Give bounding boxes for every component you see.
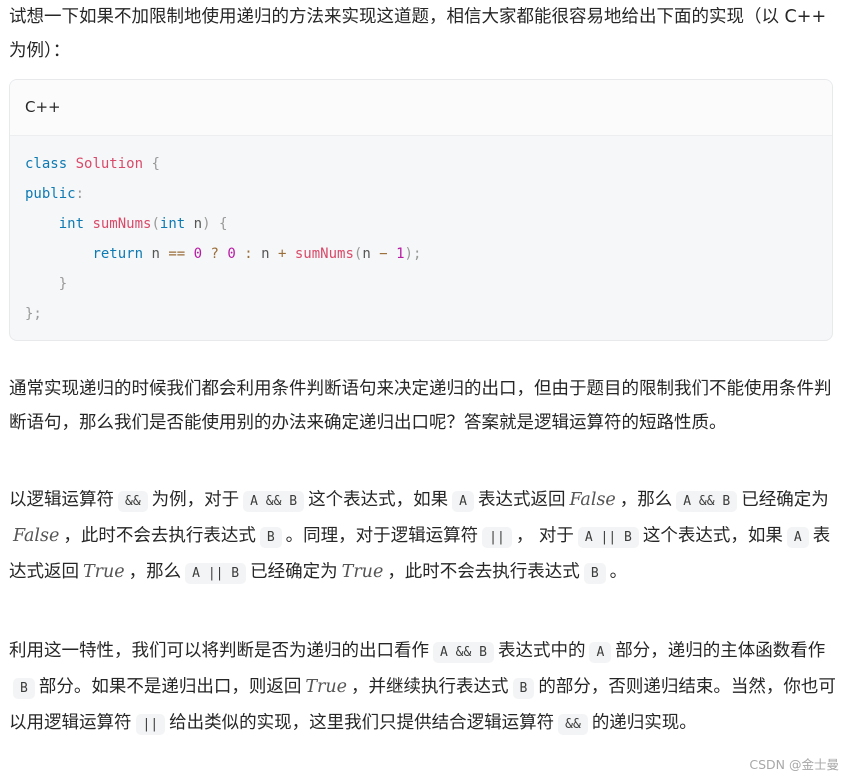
code-line-3: int sumNums(int n) { xyxy=(10,209,832,239)
text-run: 这个表达式，如果 xyxy=(642,526,783,546)
code-token: − xyxy=(379,246,388,262)
text-run: 。 xyxy=(609,562,628,582)
code-token: { xyxy=(218,216,228,232)
code-token: n xyxy=(151,246,160,262)
code-block: C++ class Solution { public: int sumNums… xyxy=(9,79,833,341)
code-token: n xyxy=(193,216,203,232)
math-value: False xyxy=(13,526,60,546)
text-run: 给出类似的实现，这里我们只提供结合逻辑运算符 xyxy=(169,713,555,733)
code-token: + xyxy=(278,246,287,262)
math-value: True xyxy=(305,677,347,697)
code-token: n xyxy=(362,246,371,262)
code-language-tab[interactable]: C++ xyxy=(10,80,832,136)
code-token: : xyxy=(244,246,253,262)
inline-code: || xyxy=(482,527,512,548)
inline-code: B xyxy=(583,563,606,584)
text-run: 以逻辑运算符 xyxy=(9,490,114,510)
code-token: }; xyxy=(25,306,42,322)
text-run: 表达式返回 xyxy=(477,490,566,510)
csdn-watermark: CSDN @金士曼 xyxy=(749,757,839,772)
inline-code: B xyxy=(13,678,35,699)
inline-code: A || B xyxy=(185,563,247,584)
text-run: ，并继续执行表达式 xyxy=(351,677,509,697)
text-run: 利用这一特性，我们可以将判断是否为递归的出口看作 xyxy=(9,641,429,661)
inline-code: A && B xyxy=(243,491,305,512)
inline-code: A xyxy=(589,642,612,663)
inline-code: A || B xyxy=(577,527,639,548)
inline-code: A && B xyxy=(676,491,738,512)
code-token: ? xyxy=(210,246,219,262)
code-token: int xyxy=(159,216,186,232)
text-run: 已经确定为 xyxy=(741,490,829,510)
code-token: ( xyxy=(151,216,160,232)
text-run: 这个表达式，如果 xyxy=(308,490,449,510)
code-token: Solution xyxy=(75,156,144,172)
text-run: ，此时不会去执行表达式 xyxy=(387,562,580,582)
code-token: 0 xyxy=(193,246,203,262)
code-token: == xyxy=(168,246,186,262)
inline-code: A && B xyxy=(433,642,494,663)
explanation-paragraph-1: 通常实现递归的时候我们都会利用条件判断语句来决定递归的出口，但由于题目的限制我们… xyxy=(9,379,832,433)
code-token: ; xyxy=(412,246,422,262)
code-body: class Solution { public: int sumNums(int… xyxy=(10,136,832,329)
code-token: { xyxy=(151,156,160,172)
text-run: ，那么 xyxy=(128,562,182,582)
code-token: : xyxy=(75,186,85,202)
text-run: 表达式中的 xyxy=(497,641,586,661)
code-line-6: }; xyxy=(10,299,832,329)
text-run: 的递归实现。 xyxy=(591,713,697,733)
text-run: ，那么 xyxy=(619,490,673,510)
text-run: 已经确定为 xyxy=(250,562,338,582)
inline-code: B xyxy=(512,678,535,699)
math-value: True xyxy=(83,562,125,582)
inline-code: A xyxy=(452,491,474,512)
text-run: ，此时不会去执行表达式 xyxy=(63,526,256,546)
code-token: int xyxy=(58,216,85,232)
code-token: ) xyxy=(404,246,413,262)
code-token: public xyxy=(25,186,76,202)
inline-code: B xyxy=(259,527,282,548)
text-run: ， 对于 xyxy=(515,526,574,546)
text-run: 部分。如果不是递归出口，则返回 xyxy=(38,677,302,697)
code-line-1: class Solution { xyxy=(10,149,832,179)
code-token: 0 xyxy=(227,246,236,262)
code-line-2: public: xyxy=(10,179,832,209)
code-token: 1 xyxy=(396,246,405,262)
explanation-paragraph-2: 以逻辑运算符 && 为例，对于 A && B 这个表达式，如果 A 表达式返回 False ，那… xyxy=(9,483,837,591)
text-run: 为例，对于 xyxy=(151,490,240,510)
math-value: True xyxy=(341,562,384,582)
code-token: ) xyxy=(202,216,211,232)
code-token: return xyxy=(92,246,144,262)
text-run: 部分，递归的主体函数看作 xyxy=(615,641,826,661)
code-token: } xyxy=(58,276,68,292)
code-token: n xyxy=(261,246,270,262)
code-token: sumNums xyxy=(92,216,152,232)
code-line-5: } xyxy=(10,269,832,299)
math-value: False xyxy=(569,490,616,510)
inline-code: && xyxy=(558,714,588,735)
inline-code: || xyxy=(135,714,166,735)
intro-paragraph: 试想一下如果不加限制地使用递归的方法来实现这道题，相信大家都能很容易地给出下面的… xyxy=(9,7,827,61)
inline-code: A xyxy=(786,527,809,548)
inline-code: && xyxy=(118,491,148,512)
explanation-paragraph-3: 利用这一特性，我们可以将判断是否为递归的出口看作 A && B 表达式中的 A 部分，递… xyxy=(9,634,837,742)
code-token: sumNums xyxy=(294,246,354,262)
code-line-4: return n == 0 ? 0 : n + sumNums(n − 1); xyxy=(10,239,832,269)
code-token: class xyxy=(25,156,68,172)
text-run: 。同理，对于逻辑运算符 xyxy=(285,526,479,546)
